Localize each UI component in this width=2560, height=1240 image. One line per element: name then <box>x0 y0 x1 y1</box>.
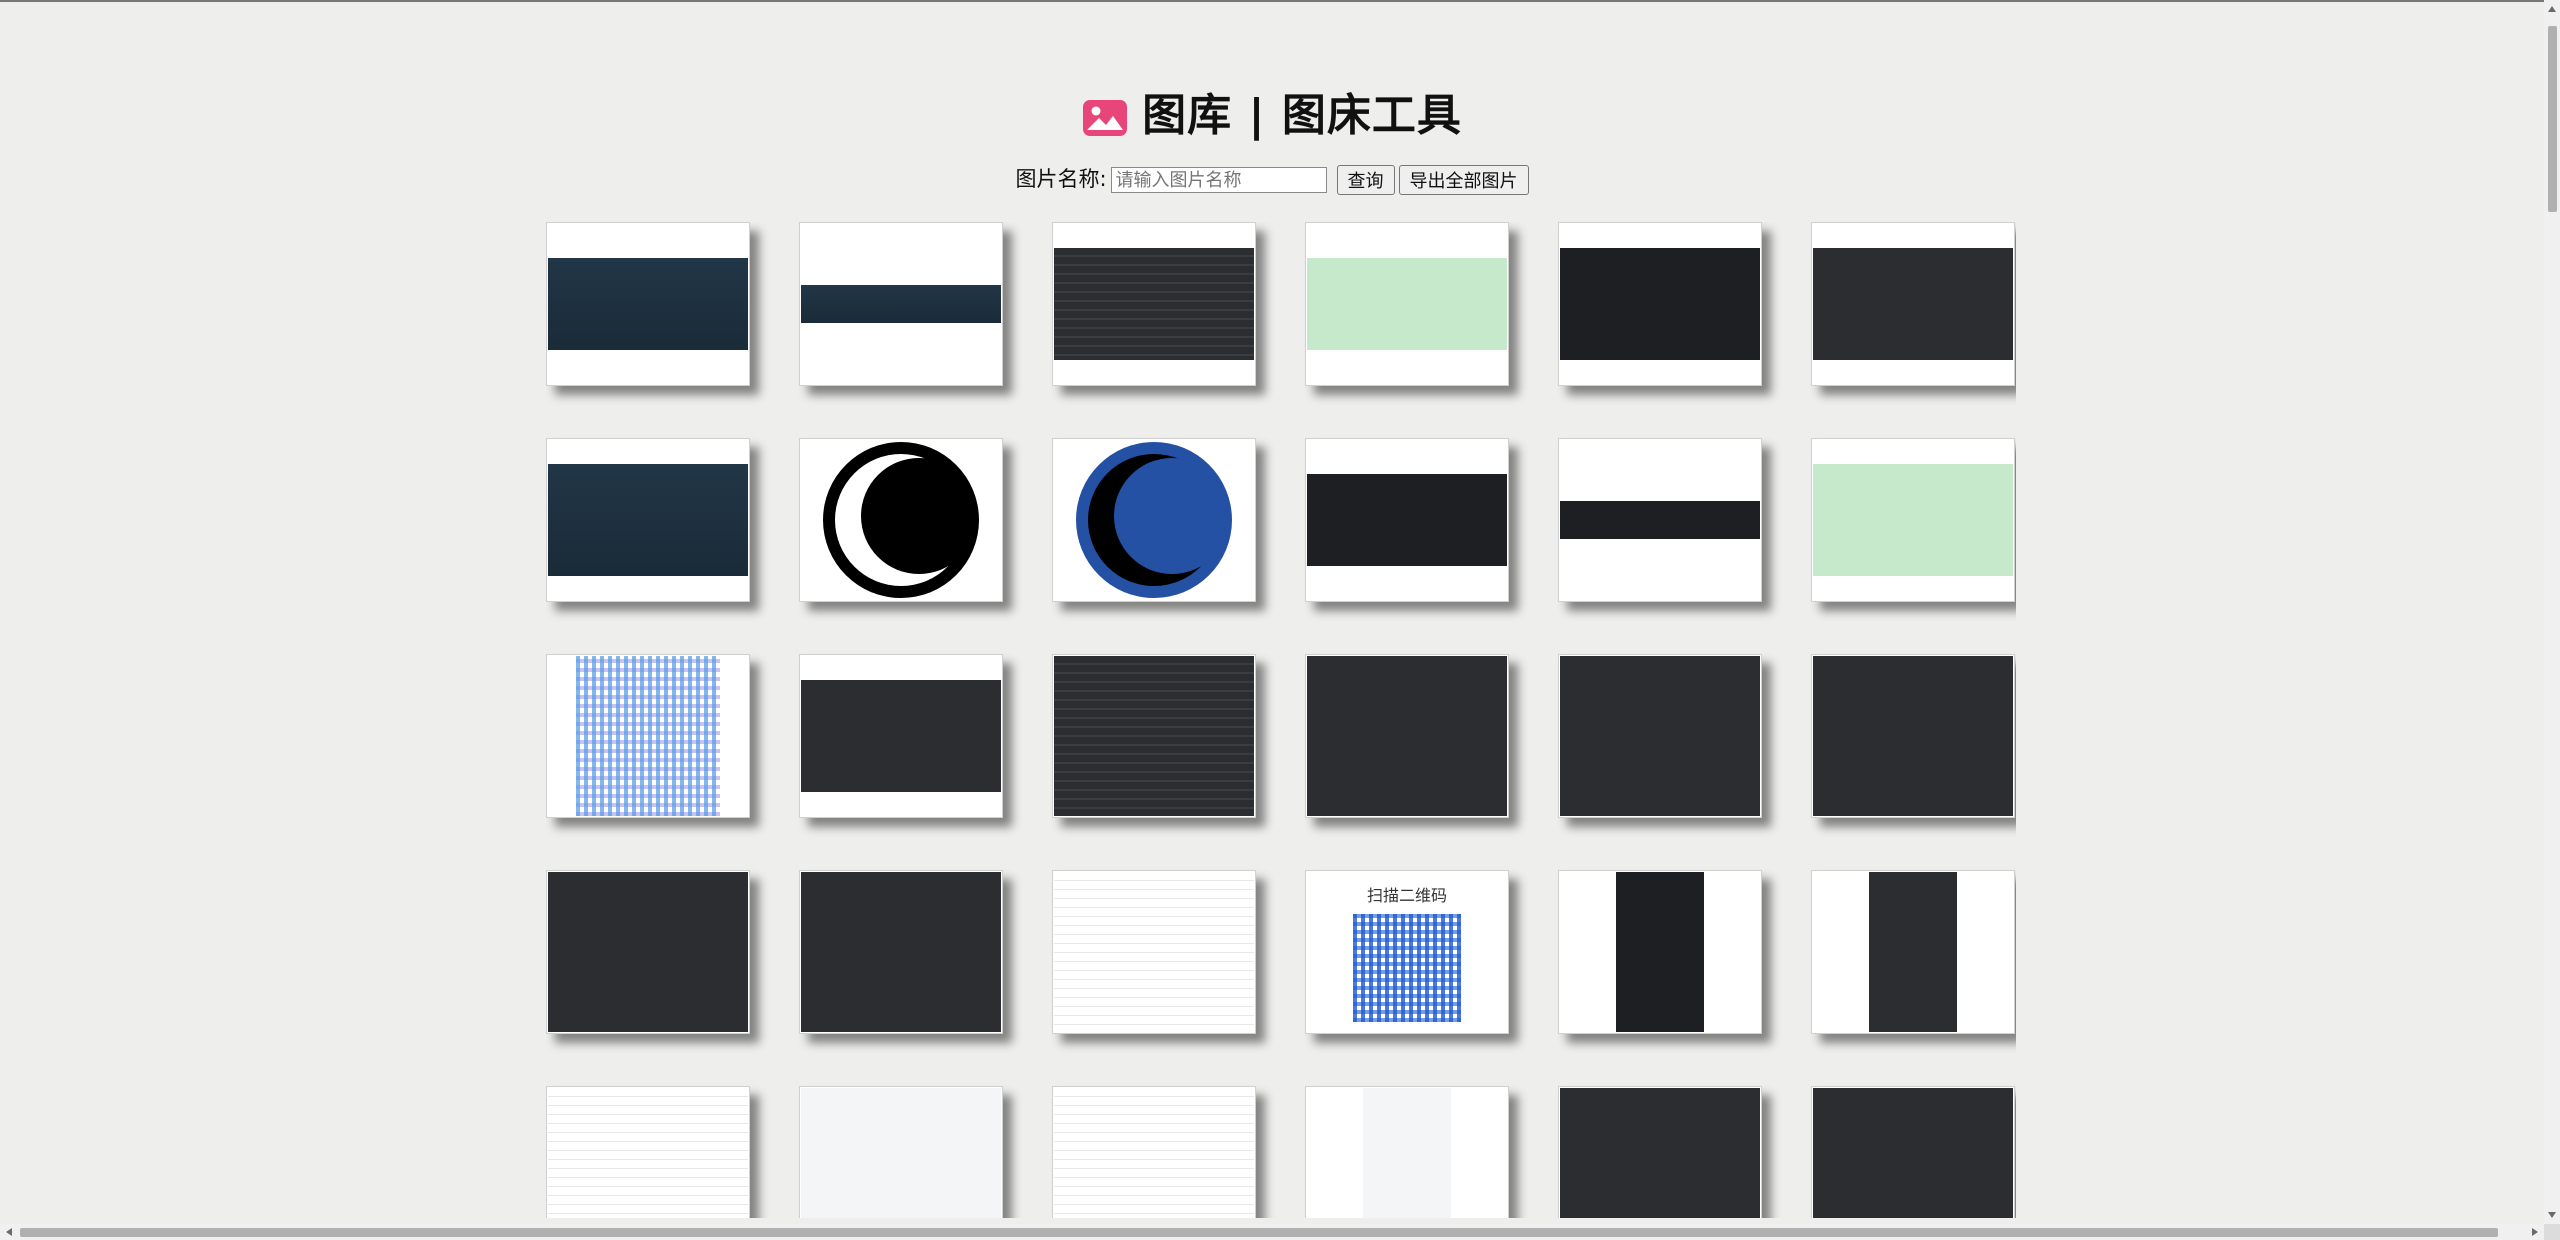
image-gallery: 扫描二维码 <box>546 222 2016 1218</box>
image-thumbnail <box>1054 248 1254 360</box>
gallery-item[interactable] <box>1558 222 1762 386</box>
image-thumbnail <box>1054 656 1254 816</box>
vertical-scrollbar[interactable] <box>2544 0 2560 1224</box>
gallery-item[interactable] <box>1305 654 1509 818</box>
image-thumbnail <box>1307 474 1507 566</box>
gallery-item[interactable] <box>799 438 1003 602</box>
search-input[interactable] <box>1110 167 1327 193</box>
gallery-item[interactable] <box>1811 222 2015 386</box>
page-header: 图库 | 图床工具 <box>0 88 2544 144</box>
gallery-item[interactable] <box>546 654 750 818</box>
export-all-button[interactable]: 导出全部图片 <box>1398 165 1529 195</box>
gallery-item[interactable] <box>1052 1086 1256 1218</box>
image-thumbnail <box>1560 248 1760 360</box>
gallery-item[interactable] <box>1811 1086 2015 1218</box>
image-thumbnail <box>1813 464 2013 576</box>
gallery-item[interactable] <box>1811 870 2015 1034</box>
image-thumbnail <box>1560 1088 1760 1218</box>
gallery-item[interactable] <box>1811 438 2015 602</box>
gallery-item[interactable] <box>1558 870 1762 1034</box>
image-thumbnail <box>801 285 1001 323</box>
window-top-border <box>0 0 2560 2</box>
image-thumbnail <box>1307 258 1507 350</box>
gallery-item[interactable] <box>799 870 1003 1034</box>
gallery-item[interactable] <box>1811 654 2015 818</box>
image-thumbnail <box>548 872 748 1032</box>
image-thumbnail <box>1054 872 1254 1032</box>
gallery-item[interactable] <box>1558 1086 1762 1218</box>
horizontal-scrollbar[interactable] <box>0 1224 2544 1240</box>
gallery-item[interactable] <box>546 870 750 1034</box>
image-thumbnail <box>1307 656 1507 816</box>
scroll-down-icon[interactable] <box>2548 1212 2556 1218</box>
image-thumbnail <box>1363 1088 1451 1218</box>
image-thumbnail <box>1813 1088 2013 1218</box>
gallery-item[interactable] <box>1052 438 1256 602</box>
gallery-item[interactable] <box>1305 222 1509 386</box>
image-thumbnail <box>1616 872 1704 1032</box>
gallery-item[interactable] <box>799 654 1003 818</box>
gallery-item[interactable] <box>1305 438 1509 602</box>
image-thumbnail <box>548 464 748 576</box>
image-thumbnail <box>801 872 1001 1032</box>
image-thumbnail <box>1813 656 2013 816</box>
image-thumbnail <box>1869 872 1957 1032</box>
picture-icon <box>1082 95 1128 136</box>
gallery-item[interactable] <box>1305 1086 1509 1218</box>
query-button[interactable]: 查询 <box>1336 165 1395 195</box>
scroll-up-icon[interactable] <box>2548 6 2556 12</box>
scroll-thumb[interactable] <box>2548 26 2557 212</box>
image-thumbnail <box>801 1088 1001 1218</box>
gallery-item[interactable] <box>1052 870 1256 1034</box>
qr-code-image: 扫描二维码 <box>1335 872 1479 1032</box>
search-label: 图片名称: <box>1015 167 1107 191</box>
image-thumbnail <box>548 1088 748 1218</box>
gallery-item[interactable] <box>799 1086 1003 1218</box>
gallery-item[interactable] <box>799 222 1003 386</box>
gallery-item[interactable] <box>1558 654 1762 818</box>
image-thumbnail <box>1560 501 1760 539</box>
gallery-item[interactable]: 扫描二维码 <box>1305 870 1509 1034</box>
qr-code-thumbnail <box>576 656 720 816</box>
scrollbar-corner <box>2544 1224 2560 1240</box>
image-thumbnail <box>801 680 1001 792</box>
gallery-item[interactable] <box>1558 438 1762 602</box>
qr-code <box>1353 914 1461 1022</box>
crescent-logo-black <box>823 442 979 598</box>
scroll-left-icon[interactable] <box>6 1228 12 1236</box>
crescent-logo-blue <box>1076 442 1232 598</box>
page-title: 图库 | 图床工具 <box>1142 90 1462 141</box>
qr-caption: 扫描二维码 <box>1366 886 1447 905</box>
image-thumbnail <box>1054 1088 1254 1218</box>
gallery-item[interactable] <box>546 438 750 602</box>
gallery-item[interactable] <box>546 222 750 386</box>
image-thumbnail <box>1560 656 1760 816</box>
scroll-right-icon[interactable] <box>2532 1228 2538 1236</box>
image-thumbnail <box>548 258 748 350</box>
gallery-item[interactable] <box>1052 222 1256 386</box>
gallery-item[interactable] <box>546 1086 750 1218</box>
search-bar: 图片名称: 查询导出全部图片 <box>0 164 2544 195</box>
gallery-item[interactable] <box>1052 654 1256 818</box>
scroll-thumb[interactable] <box>20 1228 2498 1237</box>
image-thumbnail <box>1813 248 2013 360</box>
